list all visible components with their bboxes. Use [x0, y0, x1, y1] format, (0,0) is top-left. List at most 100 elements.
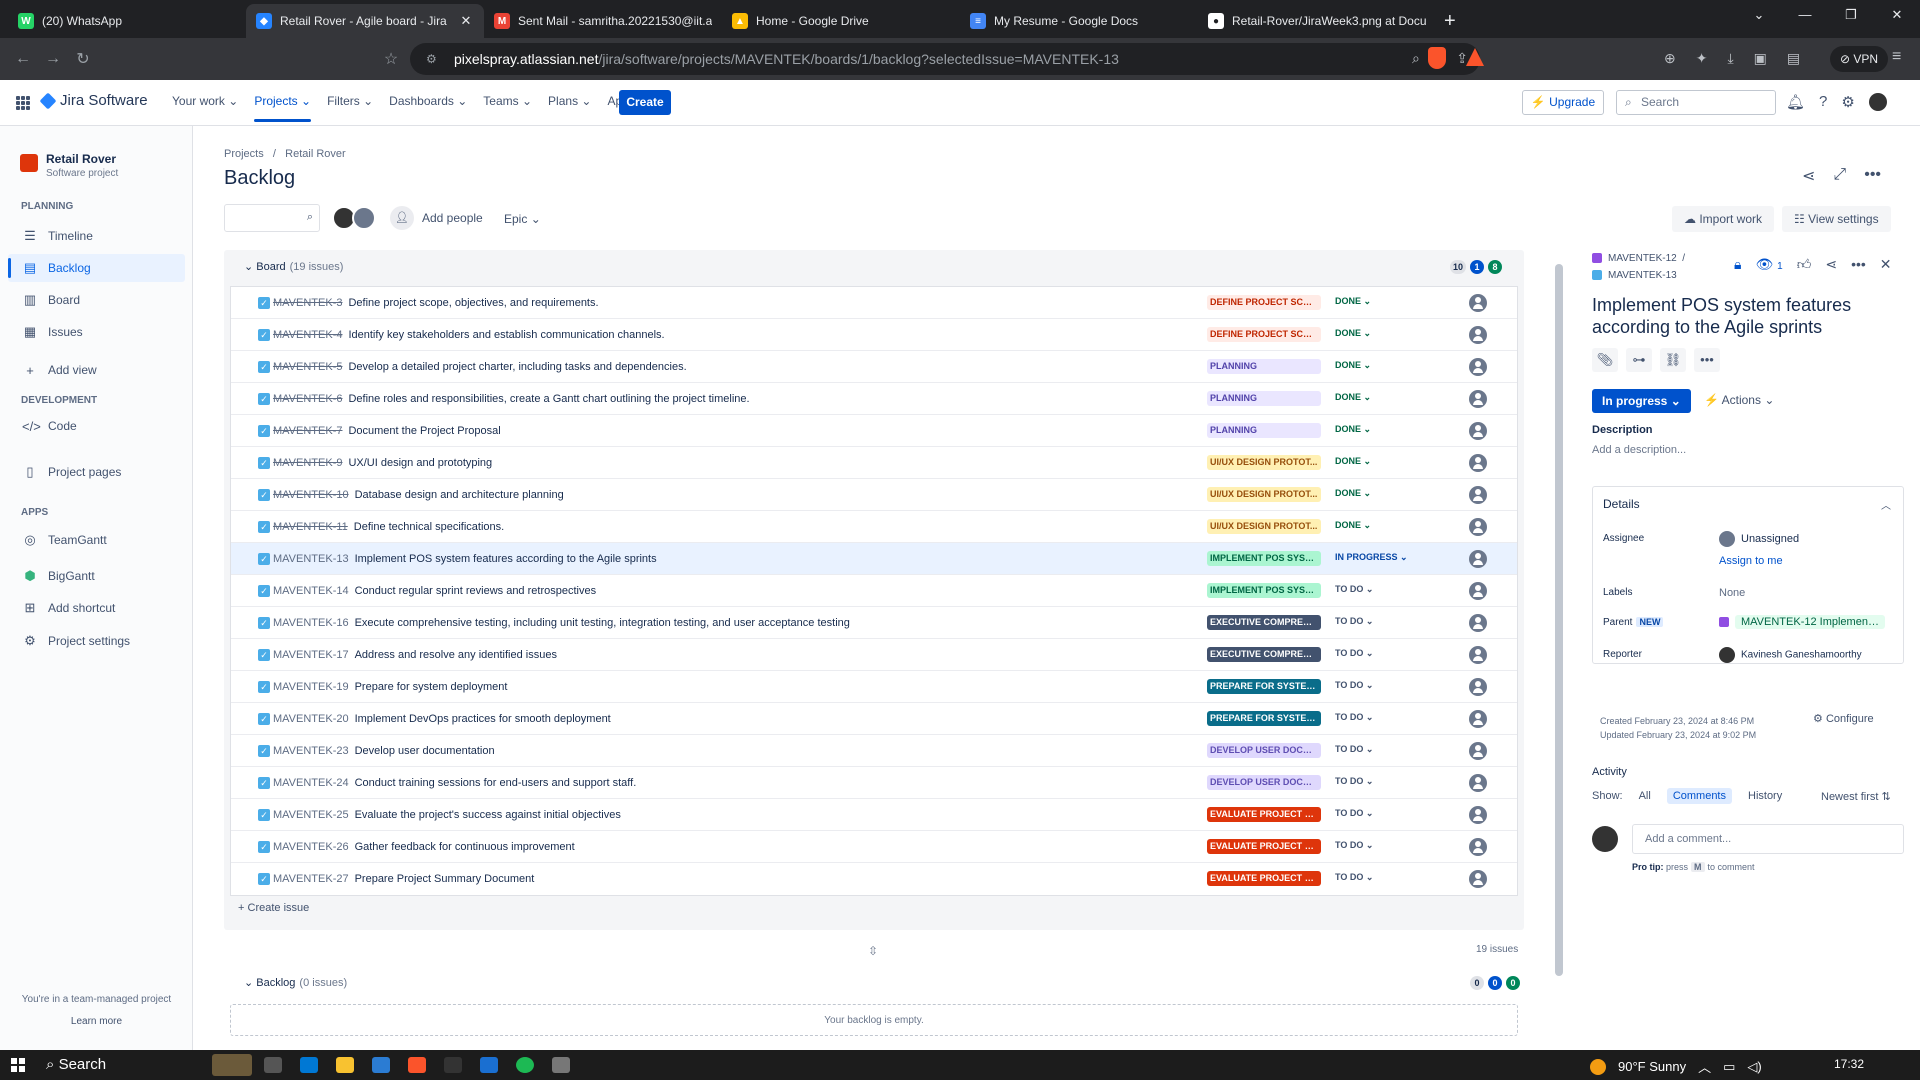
- issue-key[interactable]: MAVENTEK-16: [273, 617, 349, 629]
- project-header[interactable]: Retail Rover Software project: [20, 152, 118, 179]
- clock[interactable]: 17:32: [1834, 1057, 1864, 1071]
- issue-row[interactable]: ✓ MAVENTEK-14 Conduct regular sprint revie…: [231, 575, 1517, 607]
- nav-item-plans[interactable]: Plans ⌄: [548, 94, 591, 122]
- status-dropdown[interactable]: DONE ⌄: [1335, 392, 1371, 403]
- issue-key[interactable]: MAVENTEK-27: [273, 873, 349, 885]
- tab-search-icon[interactable]: ⌄: [1736, 0, 1782, 30]
- more-actions-icon[interactable]: •••: [1864, 166, 1881, 186]
- back-button[interactable]: ←: [8, 50, 38, 68]
- download-icon[interactable]: ⤓: [1727, 50, 1733, 67]
- breadcrumb-projects[interactable]: Projects: [224, 148, 264, 160]
- sidebar-item-backlog[interactable]: ▤ Backlog: [8, 254, 185, 282]
- status-dropdown[interactable]: TO DO ⌄: [1335, 584, 1373, 595]
- issue-key[interactable]: MAVENTEK-13: [273, 553, 349, 565]
- assignee-avatar-icon[interactable]: [1469, 582, 1487, 600]
- assign-to-me-link[interactable]: Assign to me: [1719, 555, 1783, 567]
- epic-lozenge[interactable]: DEFINE PROJECT SCOPE...: [1207, 327, 1321, 342]
- issue-row[interactable]: ✓ MAVENTEK-19 Prepare for system deploymen…: [231, 671, 1517, 703]
- issue-row[interactable]: ✓ MAVENTEK-20 Implement DevOps practices f…: [231, 703, 1517, 735]
- assignee-avatar-icon[interactable]: [1469, 774, 1487, 792]
- epic-lozenge[interactable]: EXECUTIVE COMPREHE...: [1207, 647, 1321, 662]
- volume-icon[interactable]: ◁): [1747, 1059, 1761, 1075]
- assignee-avatar-icon[interactable]: [1469, 358, 1487, 376]
- learn-more-link[interactable]: Learn more: [0, 1016, 193, 1027]
- description-field[interactable]: Add a description...: [1592, 444, 1686, 456]
- chevron-up-icon[interactable]: ︿: [1698, 1057, 1711, 1076]
- status-dropdown[interactable]: DONE ⌄: [1335, 456, 1371, 467]
- epic-lozenge[interactable]: EVALUATE PROJECT SU...: [1207, 871, 1321, 886]
- scrollbar-thumb[interactable]: [1555, 264, 1563, 976]
- epic-lozenge[interactable]: IMPLEMENT POS SYSTE...: [1207, 583, 1321, 598]
- configure-button[interactable]: ⚙ Configure: [1813, 712, 1874, 725]
- help-icon[interactable]: ?: [1819, 93, 1827, 111]
- assignee-avatar-icon[interactable]: [1469, 518, 1487, 536]
- browser-tab[interactable]: ≡ My Resume - Google Docs: [960, 4, 1198, 38]
- vscode-icon[interactable]: [372, 1057, 390, 1073]
- issue-key[interactable]: MAVENTEK-19: [273, 681, 349, 693]
- assignee-avatar-icon[interactable]: [1469, 838, 1487, 856]
- status-dropdown[interactable]: In progress ⌄: [1592, 389, 1691, 413]
- calculator-icon[interactable]: [552, 1057, 570, 1073]
- nav-item-your-work[interactable]: Your work ⌄: [172, 94, 238, 122]
- status-dropdown[interactable]: IN PROGRESS ⌄: [1335, 552, 1408, 563]
- close-window-button[interactable]: ✕: [1874, 0, 1920, 30]
- issue-key[interactable]: MAVENTEK-4: [273, 329, 342, 341]
- assignee-avatar-icon[interactable]: [1469, 486, 1487, 504]
- issue-row[interactable]: ✓ MAVENTEK-9 UX/UI design and prototyping U…: [231, 447, 1517, 479]
- sidebar-item-issues[interactable]: ▦ Issues: [8, 318, 185, 346]
- network-icon[interactable]: ▭: [1723, 1059, 1735, 1075]
- epic-lozenge[interactable]: PREPARE FOR SYSTEM ...: [1207, 679, 1321, 694]
- sidebar-item-project-pages[interactable]: ▯ Project pages: [8, 458, 185, 486]
- taskbar-widget-image[interactable]: [212, 1054, 252, 1076]
- notifications-icon[interactable]: 🔔︎: [1786, 93, 1805, 111]
- assignee-avatar-icon[interactable]: [1469, 454, 1487, 472]
- epic-lozenge[interactable]: PLANNING: [1207, 423, 1321, 438]
- calendar-app-icon[interactable]: [300, 1057, 318, 1073]
- upgrade-button[interactable]: ⚡ Upgrade: [1522, 90, 1604, 115]
- close-icon[interactable]: ✕: [1880, 256, 1892, 273]
- epic-lozenge[interactable]: DEVELOP USER DOCUM...: [1207, 775, 1321, 790]
- settings-gear-icon[interactable]: ⚙: [1841, 93, 1854, 111]
- view-settings-button[interactable]: ☷ View settings: [1782, 206, 1891, 232]
- issue-title[interactable]: Implement POS system features according …: [1592, 294, 1892, 338]
- epic-lozenge[interactable]: UI/UX DESIGN PROTOT...: [1207, 519, 1321, 534]
- assignee-avatar-icon[interactable]: [1469, 294, 1487, 312]
- watch-eye-icon[interactable]: 👁︎ 1: [1755, 256, 1782, 273]
- import-work-button[interactable]: ☁ Import work: [1672, 206, 1775, 232]
- status-dropdown[interactable]: TO DO ⌄: [1335, 712, 1373, 723]
- actions-dropdown[interactable]: ⚡ Actions ⌄: [1704, 393, 1774, 407]
- epic-lozenge[interactable]: EVALUATE PROJECT SU...: [1207, 839, 1321, 854]
- assignee-field[interactable]: Unassigned: [1719, 531, 1799, 547]
- address-bar[interactable]: ⚙ pixelspray.atlassian.net/jira/software…: [410, 43, 1480, 75]
- file-explorer-icon[interactable]: [336, 1057, 354, 1073]
- sort-order-button[interactable]: Newest first ⇅: [1821, 790, 1891, 803]
- resize-handle-icon[interactable]: ⇳: [868, 944, 878, 958]
- epic-lozenge[interactable]: DEVELOP USER DOCUM...: [1207, 743, 1321, 758]
- issue-key[interactable]: MAVENTEK-7: [273, 425, 342, 437]
- windows-start-icon[interactable]: [11, 1058, 25, 1072]
- new-tab-button[interactable]: +: [1444, 4, 1456, 38]
- share-icon[interactable]: ⋖: [1802, 166, 1815, 186]
- assignee-avatar-icon[interactable]: [1469, 614, 1487, 632]
- fullscreen-icon[interactable]: ⤢: [1833, 166, 1846, 186]
- assignee-avatar-icon[interactable]: [1469, 742, 1487, 760]
- extensions-icon[interactable]: ✦: [1696, 50, 1708, 67]
- sidebar-item-add-view[interactable]: + Add view: [8, 356, 185, 384]
- issue-row[interactable]: ✓ MAVENTEK-3 Define project scope, objecti…: [231, 287, 1517, 319]
- create-issue-button[interactable]: + Create issue: [238, 902, 309, 914]
- sidebar-icon[interactable]: ▣: [1754, 50, 1767, 67]
- bookmark-icon[interactable]: ☆: [376, 49, 406, 69]
- nav-item-teams[interactable]: Teams ⌄: [483, 94, 532, 122]
- task-view-icon[interactable]: [264, 1057, 282, 1073]
- issue-key[interactable]: MAVENTEK-26: [273, 841, 349, 853]
- status-dropdown[interactable]: TO DO ⌄: [1335, 808, 1373, 819]
- reporter-field[interactable]: Kavinesh Ganeshamoorthy: [1719, 647, 1862, 663]
- vpn-button[interactable]: ⊘ VPN: [1830, 46, 1889, 72]
- board-section-header[interactable]: ⌄ Board (19 issues): [244, 260, 343, 273]
- parent-issue-link[interactable]: MAVENTEK-12: [1608, 253, 1677, 264]
- comment-input[interactable]: Add a comment...: [1632, 824, 1904, 854]
- chevron-up-icon[interactable]: ︿: [1881, 497, 1891, 512]
- sidebar-item-biggantt[interactable]: ⬢ BigGantt: [8, 562, 185, 590]
- site-info-icon[interactable]: ⚙: [426, 52, 437, 66]
- nav-item-projects[interactable]: Projects ⌄: [254, 94, 311, 122]
